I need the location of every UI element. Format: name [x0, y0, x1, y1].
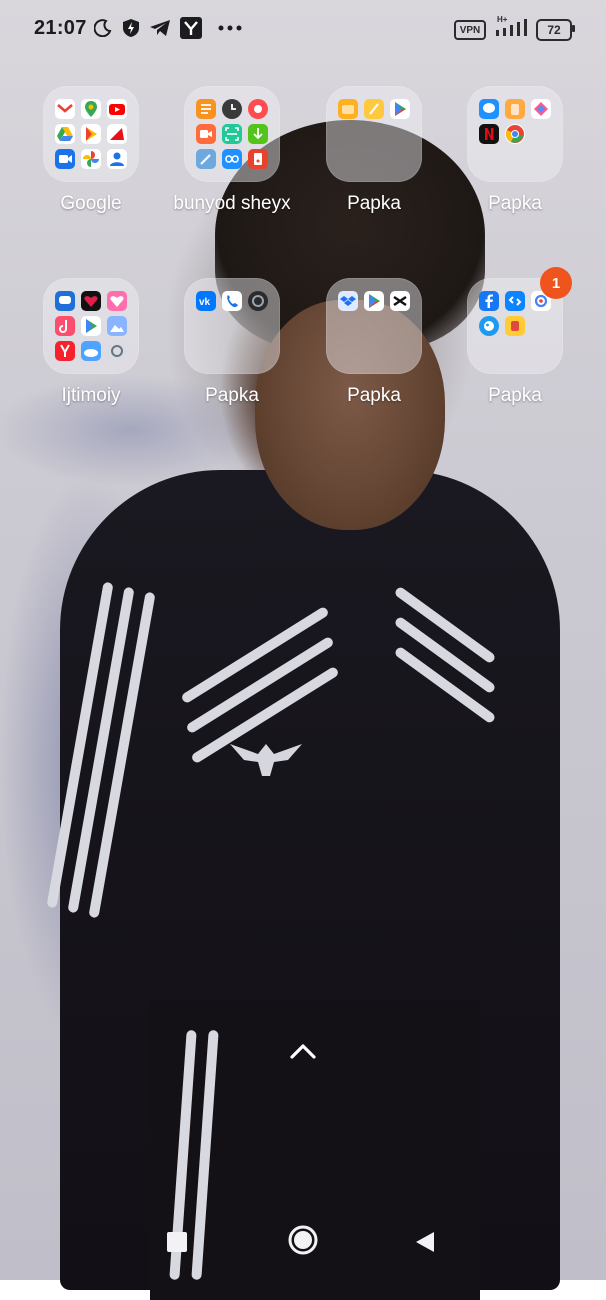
y-app-icon — [179, 16, 203, 40]
facebook-icon — [479, 291, 499, 311]
home-button[interactable] — [283, 1220, 323, 1260]
navigation-bar — [0, 1210, 606, 1270]
circle-icon — [288, 1225, 318, 1255]
play-store-icon — [364, 291, 384, 311]
folder-papka-3[interactable]: vk — [184, 278, 280, 374]
folder-label: bunyod sheyx — [173, 193, 291, 214]
folder-papka-4[interactable] — [326, 278, 422, 374]
camera-round-icon — [248, 291, 268, 311]
gmail-icon — [55, 99, 75, 119]
folder-label: Papka — [488, 385, 542, 406]
shazam-icon — [505, 291, 525, 311]
folder-label: Ijtimoiy — [61, 385, 121, 406]
moon-icon — [92, 16, 114, 40]
folder-label: Papka — [205, 385, 259, 406]
wallpaper-app-icon — [107, 316, 127, 336]
video-icon — [196, 124, 216, 144]
scanner-icon — [222, 124, 242, 144]
folder-papka-2[interactable] — [467, 86, 563, 182]
battery-indicator: 72 — [536, 19, 572, 41]
battery-tip — [572, 25, 575, 32]
wallpaper-logo-eagle — [230, 744, 302, 776]
jars-icon — [505, 99, 525, 119]
notification-badge: 1 — [540, 267, 572, 299]
notepad-icon — [364, 99, 384, 119]
clock-icon — [222, 99, 242, 119]
security-icon — [505, 316, 525, 336]
play-games-icon — [81, 316, 101, 336]
square-icon — [167, 1232, 187, 1252]
vk-icon: vk — [196, 291, 216, 311]
vpn-indicator: VPN — [454, 20, 486, 40]
files-icon — [338, 99, 358, 119]
photos-icon — [81, 149, 101, 169]
folder-label: Papka — [347, 385, 401, 406]
like-app-icon — [107, 291, 127, 311]
heart-app-icon — [81, 291, 101, 311]
shortcut-icon — [531, 99, 551, 119]
downloads-icon — [248, 124, 268, 144]
weather-icon — [81, 341, 101, 361]
link-icon — [222, 149, 242, 169]
recorder-icon — [248, 99, 268, 119]
yandex-icon — [55, 341, 75, 361]
youtube-icon — [107, 99, 127, 119]
recent-apps-button[interactable] — [160, 1225, 194, 1259]
maps-icon — [81, 99, 101, 119]
notes-icon — [196, 99, 216, 119]
folder-label: Papka — [488, 193, 542, 214]
gallery-icon — [248, 149, 268, 169]
meet-icon — [55, 149, 75, 169]
youtube-music-icon — [107, 124, 127, 144]
folder-label: Google — [60, 193, 122, 214]
telegram-icon — [148, 16, 172, 40]
messages-icon — [479, 99, 499, 119]
play-movies-icon — [81, 124, 101, 144]
triangle-back-icon — [416, 1232, 434, 1252]
folder-google[interactable] — [43, 86, 139, 182]
theme-icon — [479, 316, 499, 336]
play-store-icon — [390, 99, 410, 119]
more-dots-icon — [217, 16, 243, 40]
back-button[interactable] — [408, 1225, 442, 1259]
folder-label: Papka — [347, 193, 401, 214]
svg-text:vk: vk — [199, 297, 211, 308]
chrome-icon — [505, 124, 525, 144]
tiktok-icon — [55, 316, 75, 336]
dropbox-icon — [338, 291, 358, 311]
netflix-icon — [479, 124, 499, 144]
status-bar: 21:07 VPN H+ 72 — [0, 0, 606, 58]
signal-icon — [494, 16, 528, 40]
status-time: 21:07 — [34, 17, 87, 39]
phone-icon — [222, 291, 242, 311]
folder-papka-1[interactable] — [326, 86, 422, 182]
folder-bunyod-sheyx[interactable] — [184, 86, 280, 182]
shield-bolt-icon — [120, 16, 142, 40]
contacts-icon — [107, 149, 127, 169]
folder-ijtimoiy[interactable] — [43, 278, 139, 374]
app-drawer-chevron-up-icon[interactable] — [288, 1040, 318, 1062]
capcut-icon — [390, 291, 410, 311]
pen-icon — [196, 149, 216, 169]
settings-wheel-icon — [107, 341, 127, 361]
chat-icon — [55, 291, 75, 311]
drive-icon — [55, 124, 75, 144]
